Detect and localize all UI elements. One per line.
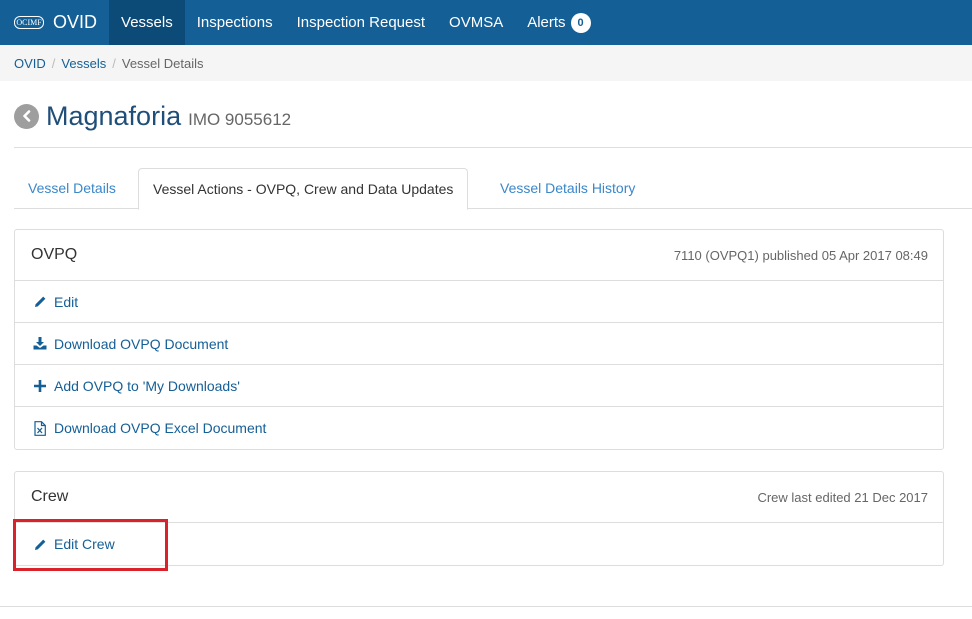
excel-file-icon — [33, 420, 47, 436]
ocimf-logo: OCIMF — [14, 16, 44, 29]
nav-item-label: Inspections — [196, 14, 273, 31]
tab-vessel-details-history[interactable]: Vessel Details History — [486, 168, 649, 209]
breadcrumb-current: Vessel Details — [121, 55, 204, 71]
brand-name: OVID — [53, 12, 98, 32]
breadcrumb-vessels[interactable]: Vessels — [61, 56, 106, 71]
action-label: Download OVPQ Document — [54, 335, 229, 352]
nav-item-label: Vessels — [121, 14, 173, 31]
ovpq-panel: OVPQ 7110 (OVPQ1) published 05 Apr 2017 … — [14, 229, 944, 450]
nav-item-alerts[interactable]: Alerts 0 — [515, 0, 602, 45]
add-ovpq-to-downloads-link[interactable]: Add OVPQ to 'My Downloads' — [15, 365, 943, 407]
download-icon — [33, 337, 47, 351]
alerts-count-badge: 0 — [570, 12, 591, 33]
top-navbar: OCIMF OVID Vessels Inspections Inspectio… — [0, 0, 972, 45]
nav-item-label: Inspection Request — [296, 14, 426, 31]
edit-crew-link[interactable]: Edit Crew — [15, 523, 943, 565]
pencil-icon — [33, 537, 47, 551]
tab-vessel-details[interactable]: Vessel Details — [14, 168, 130, 209]
edit-ovpq-link[interactable]: Edit — [15, 281, 943, 323]
logo-text: OCIMF — [16, 17, 42, 27]
action-label: Edit — [54, 293, 79, 310]
tab-vessel-actions[interactable]: Vessel Actions - OVPQ, Crew and Data Upd… — [138, 168, 469, 210]
nav-item-inspection-request[interactable]: Inspection Request — [285, 0, 437, 45]
nav-item-label: Alerts — [527, 14, 566, 31]
action-label: Download OVPQ Excel Document — [54, 420, 267, 436]
nav-item-ovmsa[interactable]: OVMSA — [437, 0, 515, 45]
vessel-imo: IMO 9055612 — [188, 110, 292, 129]
action-label: Add OVPQ to 'My Downloads' — [54, 377, 240, 394]
divider — [0, 606, 972, 607]
ovpq-panel-heading: OVPQ 7110 (OVPQ1) published 05 Apr 2017 … — [15, 230, 943, 281]
download-ovpq-excel-link[interactable]: Download OVPQ Excel Document — [15, 407, 943, 449]
crew-panel: Crew Crew last edited 21 Dec 2017 Edit C… — [14, 471, 944, 566]
pencil-icon — [33, 295, 47, 309]
crew-edited-info: Crew last edited 21 Dec 2017 — [757, 489, 928, 505]
action-label: Edit Crew — [54, 536, 115, 552]
panel-title: OVPQ — [31, 246, 78, 263]
page-title-row: Magnaforia IMO 9055612 — [14, 98, 291, 134]
nav-item-label: OVMSA — [449, 14, 504, 31]
breadcrumb-ovid[interactable]: OVID — [14, 56, 46, 71]
nav-item-vessels[interactable]: Vessels — [109, 0, 185, 45]
crew-panel-heading: Crew Crew last edited 21 Dec 2017 — [15, 472, 943, 523]
vessel-tabs: Vessel Details Vessel Actions - OVPQ, Cr… — [14, 168, 972, 210]
breadcrumb: OVID / Vessels / Vessel Details — [0, 45, 972, 81]
breadcrumb-separator: / — [112, 55, 116, 71]
brand[interactable]: OCIMF OVID — [0, 0, 109, 45]
download-ovpq-document-link[interactable]: Download OVPQ Document — [15, 323, 943, 365]
back-arrow-icon[interactable] — [14, 103, 39, 129]
ovpq-published-info: 7110 (OVPQ1) published 05 Apr 2017 08:49 — [673, 247, 928, 263]
breadcrumb-separator: / — [51, 55, 56, 71]
panel-title: Crew — [31, 488, 69, 505]
vessel-name: Magnaforia — [46, 100, 182, 131]
plus-icon — [33, 379, 47, 393]
nav-item-inspections[interactable]: Inspections — [185, 0, 285, 45]
divider — [14, 147, 972, 148]
